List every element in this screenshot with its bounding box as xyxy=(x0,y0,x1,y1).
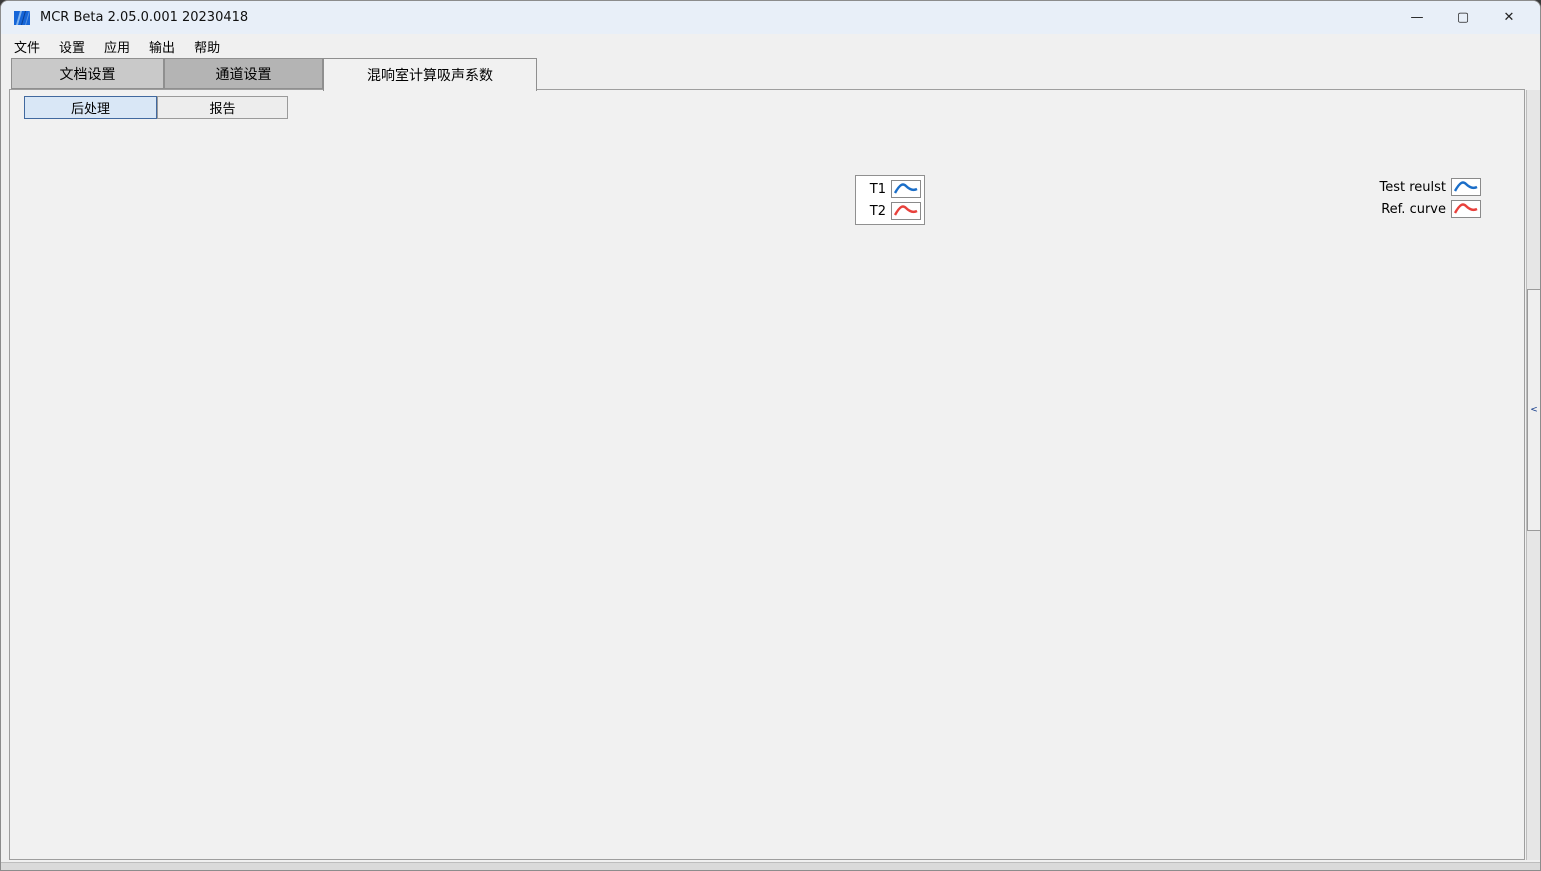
legend-label: T1 xyxy=(870,182,886,197)
curve-icon xyxy=(891,180,921,198)
maximize-button[interactable]: ▢ xyxy=(1440,1,1486,34)
menu-item-application[interactable]: 应用 xyxy=(101,35,133,58)
curve-icon xyxy=(1451,178,1481,196)
grade-chart-legend: Test reulst Ref. curve xyxy=(1379,176,1481,220)
legend-entry: T1 xyxy=(859,178,921,200)
app-icon xyxy=(13,9,31,27)
legend-entry: T2 xyxy=(859,200,921,222)
subtab-report[interactable]: 报告 xyxy=(157,96,288,119)
legend-label: Test reulst xyxy=(1379,180,1446,195)
legend-label: T2 xyxy=(870,204,886,219)
splitter-collapse-button[interactable]: < xyxy=(1527,289,1541,531)
menu-item-settings[interactable]: 设置 xyxy=(56,35,88,58)
tab-document-settings[interactable]: 文档设置 xyxy=(11,58,164,89)
curve-icon xyxy=(1451,200,1481,218)
app-window: MCR Beta 2.05.0.001 20230418 — ▢ ✕ 文件设置应… xyxy=(0,0,1541,871)
tab-reverb-absorption[interactable]: 混响室计算吸声系数 xyxy=(323,58,537,91)
close-button[interactable]: ✕ xyxy=(1486,1,1532,34)
legend-label: Ref. curve xyxy=(1381,202,1446,217)
subtab-postprocess[interactable]: 后处理 xyxy=(24,96,157,119)
window-title: MCR Beta 2.05.0.001 20230418 xyxy=(40,10,248,25)
collapse-left-icon: < xyxy=(1530,405,1538,415)
legend-entry: Ref. curve xyxy=(1379,198,1481,220)
tab-channel-settings[interactable]: 通道设置 xyxy=(164,58,323,89)
legend-entry: Test reulst xyxy=(1379,176,1481,198)
menu-item-help[interactable]: 帮助 xyxy=(191,35,223,58)
minimize-button[interactable]: — xyxy=(1394,1,1440,34)
rt-chart-legend: T1T2 xyxy=(855,175,925,225)
title-bar: MCR Beta 2.05.0.001 20230418 — ▢ ✕ xyxy=(1,1,1540,34)
curve-icon xyxy=(891,202,921,220)
menu-item-file[interactable]: 文件 xyxy=(11,35,43,58)
menu-item-output[interactable]: 输出 xyxy=(146,35,178,58)
content-frame xyxy=(9,89,1525,860)
menu-bar: 文件设置应用输出帮助 xyxy=(1,34,1540,58)
